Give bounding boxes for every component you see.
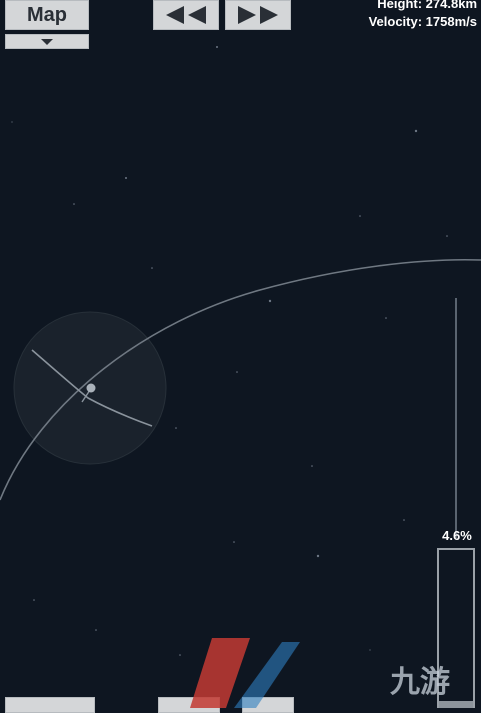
height-readout: Height: 274.8km [377,0,477,11]
rewind-icon [166,6,206,24]
fast-forward-button[interactable] [225,0,291,30]
map-button-label: Map [27,3,67,26]
throttle-track [455,298,457,538]
throttle-percentage: 4.6% [442,528,472,543]
map-dropdown-button[interactable] [5,34,89,49]
map-button[interactable]: Map [5,0,89,30]
rocket-marker[interactable] [86,383,96,393]
bottom-left-button[interactable] [5,697,95,713]
rewind-button[interactable] [153,0,219,30]
velocity-readout: Velocity: 1758m/s [368,14,477,29]
watermark-logo: 九游 [190,638,450,708]
watermark-text: 九游 [390,665,450,700]
fast-forward-icon [238,6,278,24]
chevron-down-icon [41,38,53,45]
map-view[interactable] [0,0,481,708]
